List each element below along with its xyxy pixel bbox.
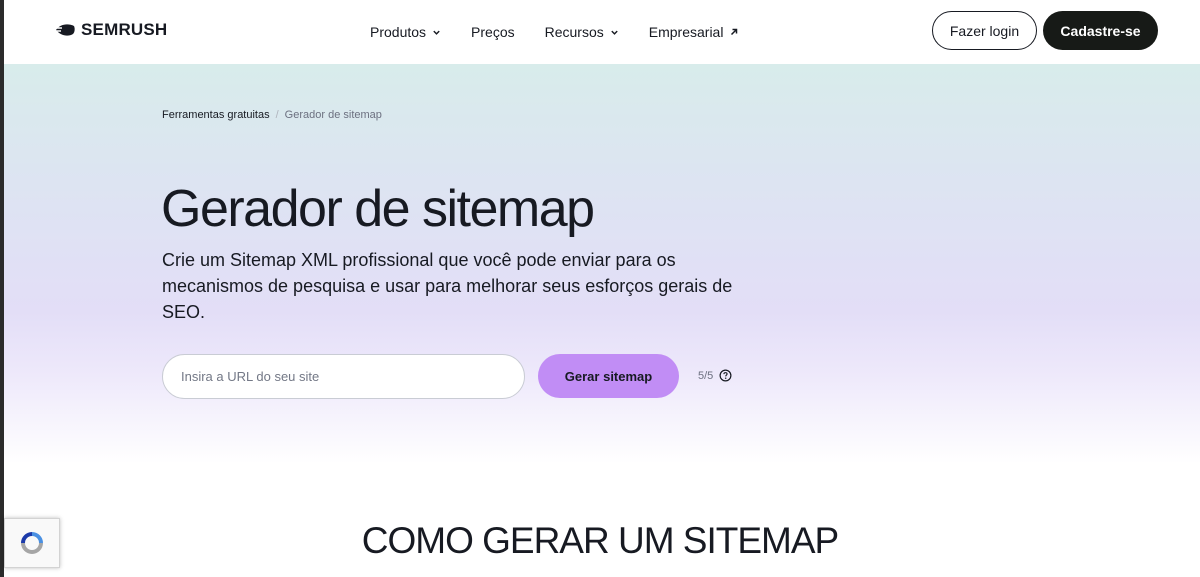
hero-section: Ferramentas gratuitas / Gerador de sitem… [4, 64, 1200, 464]
chevron-down-icon [611, 30, 618, 35]
nav-item-label: Recursos [544, 24, 604, 40]
breadcrumb-link-free-tools[interactable]: Ferramentas gratuitas [162, 109, 270, 121]
nav-item-precos[interactable]: Preços [471, 24, 515, 40]
semrush-fireball-icon [54, 24, 75, 36]
nav-item-label: Empresarial [648, 24, 724, 40]
login-button[interactable]: Fazer login [932, 11, 1037, 50]
section-title-how-to: COMO GERAR UM SITEMAP [361, 520, 839, 561]
question-circle-icon[interactable] [719, 369, 732, 382]
site-header: SEMRUSH Produtos Preços Recursos Empresa… [4, 0, 1200, 64]
nav-item-empresarial[interactable]: Empresarial [649, 24, 740, 40]
signup-button[interactable]: Cadastre-se [1043, 11, 1158, 50]
nav-item-label: Preços [471, 24, 515, 40]
breadcrumb: Ferramentas gratuitas / Gerador de sitem… [162, 109, 382, 121]
breadcrumb-current: Gerador de sitemap [284, 109, 382, 121]
page-title: Gerador de sitemap [161, 180, 595, 238]
semrush-logo[interactable]: SEMRUSH [54, 20, 167, 40]
nav-item-produtos[interactable]: Produtos [370, 24, 441, 40]
nav-item-label: Produtos [370, 24, 427, 40]
main-nav: Produtos Preços Recursos Empresarial [370, 0, 769, 64]
usage-limit-count: 5/5 [698, 369, 714, 382]
usage-limit: 5/5 [698, 369, 732, 382]
generate-sitemap-button[interactable]: Gerar sitemap [538, 354, 679, 398]
brand-name: SEMRUSH [81, 20, 168, 39]
chevron-down-icon [433, 30, 440, 35]
url-input[interactable] [162, 354, 525, 399]
external-arrow-icon [731, 28, 738, 36]
breadcrumb-separator: / [275, 109, 279, 121]
recaptcha-icon [21, 532, 43, 554]
recaptcha-badge[interactable] [4, 518, 60, 568]
nav-item-recursos[interactable]: Recursos [545, 24, 619, 40]
page-subtitle: Crie um Sitemap XML profissional que voc… [162, 250, 733, 322]
